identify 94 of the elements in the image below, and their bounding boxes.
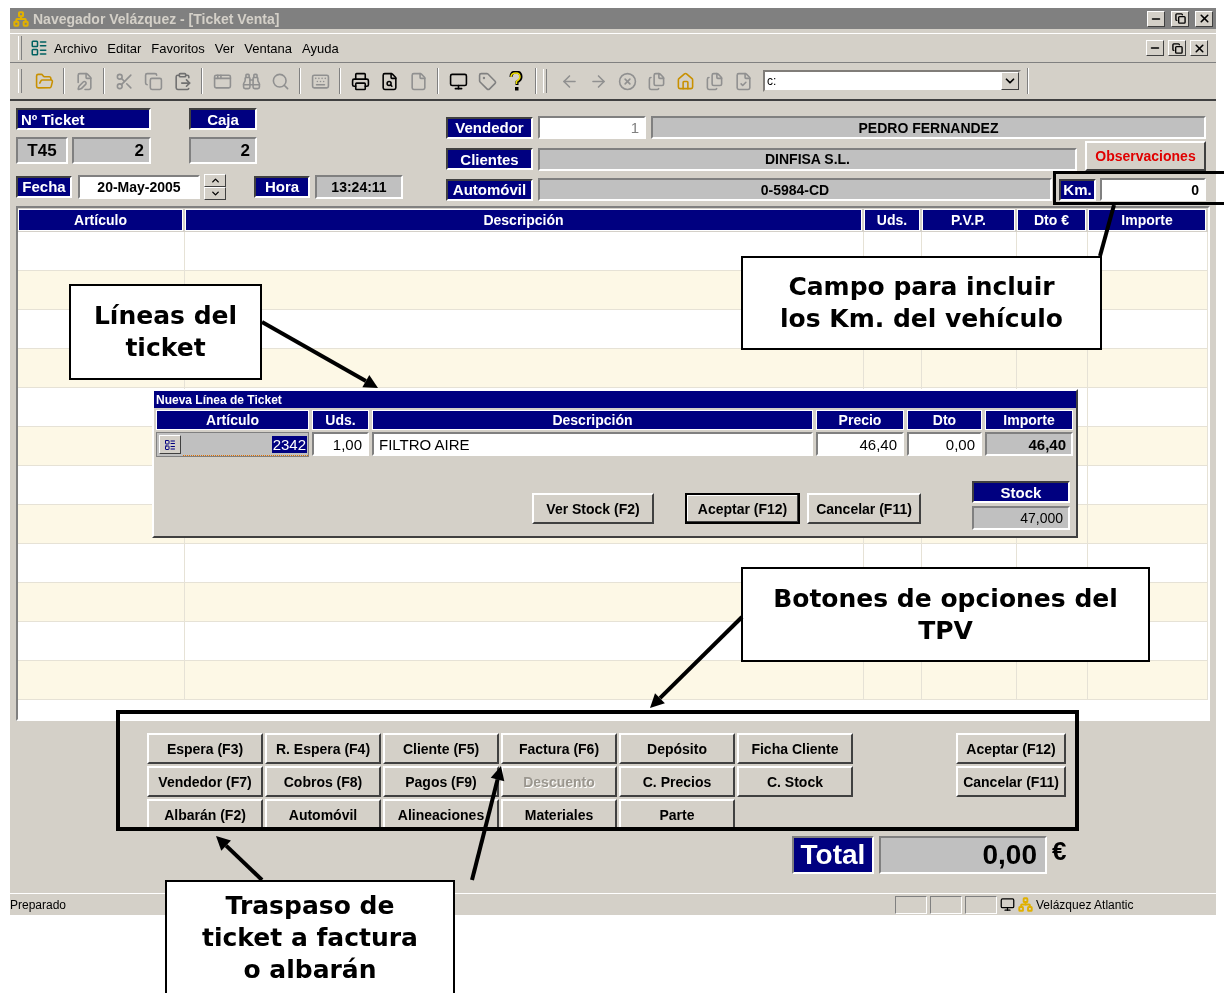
column-header: Importe (1088, 209, 1206, 231)
callout-text: Botones de opciones del TPV (741, 567, 1150, 662)
close-icon (1197, 12, 1211, 25)
field-label: Vendedor (446, 116, 533, 139)
status-panel (965, 895, 997, 914)
app-name: Velázquez Atlantic (1036, 897, 1135, 912)
caja-field: 2 (189, 137, 257, 164)
column-header: Descripción (372, 410, 813, 430)
field-label: Km. (1059, 178, 1096, 201)
stock-field: 47,000 (972, 506, 1070, 530)
ticket-number-field: 2 (72, 137, 151, 164)
view-stock-button[interactable]: Ver Stock (F2) (532, 493, 654, 524)
dialog-title: Nueva Línea de Ticket (154, 391, 1076, 408)
close-button[interactable] (1190, 40, 1208, 56)
option-button[interactable]: Factura (F6) (501, 733, 617, 764)
menu-item[interactable]: Ayuda (298, 40, 343, 56)
column-header: Artículo (156, 410, 309, 430)
column-header: Precio (816, 410, 904, 430)
arrow (216, 836, 264, 882)
article-field[interactable]: 2342 (156, 432, 309, 457)
column-header: Uds. (864, 209, 920, 231)
callout-text: Líneas del ticket (69, 284, 262, 380)
up-caret-icon (209, 175, 221, 186)
option-button[interactable]: Depósito (619, 733, 735, 764)
field-label: Clientes (446, 148, 533, 170)
ticket-series-field: T45 (16, 137, 68, 164)
down-caret-icon (209, 188, 221, 199)
quantity-field[interactable]: 1,00 (312, 432, 369, 456)
callout-text: Traspaso de ticket a factura o albarán (165, 880, 455, 993)
discount-field[interactable]: 0,00 (907, 432, 982, 456)
restore-button[interactable] (1171, 10, 1189, 27)
minimize-button[interactable] (1146, 40, 1164, 56)
time-field: 13:24:11 (315, 174, 403, 199)
total-field: 0,00 (879, 836, 1047, 874)
option-button[interactable]: Vendedor (F7) (147, 766, 263, 797)
menu-item[interactable]: Archivo (50, 40, 102, 56)
seller-name-field: PEDRO FERNANDEZ (651, 116, 1206, 139)
status-panel (895, 895, 927, 914)
window-title: Navegador Velázquez - [Ticket Venta] (33, 10, 281, 27)
vehicle-field: 0-5984-CD (538, 178, 1052, 201)
column-header: Descripción (185, 209, 862, 231)
accept-button[interactable]: Aceptar (F12) (956, 733, 1066, 764)
status-panel (930, 895, 962, 914)
option-button[interactable]: R. Espera (F4) (265, 733, 381, 764)
field-label: Nº Ticket (16, 108, 151, 130)
field-label: Caja (189, 108, 257, 130)
option-button[interactable]: Espera (F3) (147, 733, 263, 764)
app-logo-icon (13, 10, 29, 27)
column-header: Artículo (18, 209, 183, 231)
client-field: DINFISA S.L. (538, 147, 1077, 171)
option-button[interactable]: C. Precios (619, 766, 735, 797)
field-label: Fecha (16, 175, 72, 198)
menu-item[interactable]: Ver (210, 40, 239, 56)
date-field[interactable]: 20-May-2005 (78, 174, 200, 199)
restore-icon (1174, 13, 1186, 24)
leader-line (1098, 204, 1116, 257)
spin-down-button[interactable] (204, 187, 226, 200)
km-field[interactable]: 0 (1100, 178, 1206, 201)
menu-item[interactable]: Favoritos (147, 40, 209, 56)
restore-icon (1171, 42, 1183, 54)
spin-up-button[interactable] (204, 174, 226, 187)
lookup-icon[interactable] (164, 438, 176, 451)
total-label: Total (792, 836, 874, 874)
app-logo-icon (1018, 897, 1033, 912)
minimize-button[interactable] (1147, 10, 1165, 27)
column-header: P.V.P. (922, 209, 1015, 231)
close-button[interactable] (1195, 10, 1213, 27)
seller-code-field[interactable]: 1 (538, 116, 646, 139)
cancel-button[interactable]: Cancelar (F11) (956, 766, 1066, 797)
field-label: Automóvil (446, 178, 533, 201)
option-button[interactable]: C. Stock (737, 766, 853, 797)
price-field[interactable]: 46,40 (816, 432, 904, 456)
option-button[interactable]: Pagos (F9) (383, 766, 499, 797)
address-field[interactable]: c: (763, 70, 1021, 92)
amount-field: 46,40 (985, 432, 1073, 456)
column-header: Uds. (312, 410, 369, 430)
option-button[interactable]: Ficha Cliente (737, 733, 853, 764)
callout-text: Campo para incluir los Km. del vehículo (741, 256, 1102, 350)
restore-button[interactable] (1168, 40, 1186, 56)
menu-item[interactable]: Ventana (240, 40, 297, 56)
menu-item[interactable]: Editar (103, 40, 146, 56)
column-header: Dto € (1017, 209, 1086, 231)
description-field[interactable]: FILTRO AIRE (372, 432, 813, 456)
currency-symbol: € (1052, 836, 1067, 867)
option-button[interactable]: Cobros (F8) (265, 766, 381, 797)
option-button[interactable]: Cliente (F5) (383, 733, 499, 764)
cancel-button[interactable]: Cancelar (F11) (807, 493, 921, 524)
close-icon (1192, 41, 1206, 55)
accept-button[interactable]: Aceptar (F12) (685, 493, 800, 524)
field-label: Stock (972, 481, 1070, 503)
field-label: Hora (254, 175, 310, 198)
status-text: Preparado (10, 897, 67, 912)
column-header: Dto (907, 410, 982, 430)
column-header: Importe (985, 410, 1073, 430)
